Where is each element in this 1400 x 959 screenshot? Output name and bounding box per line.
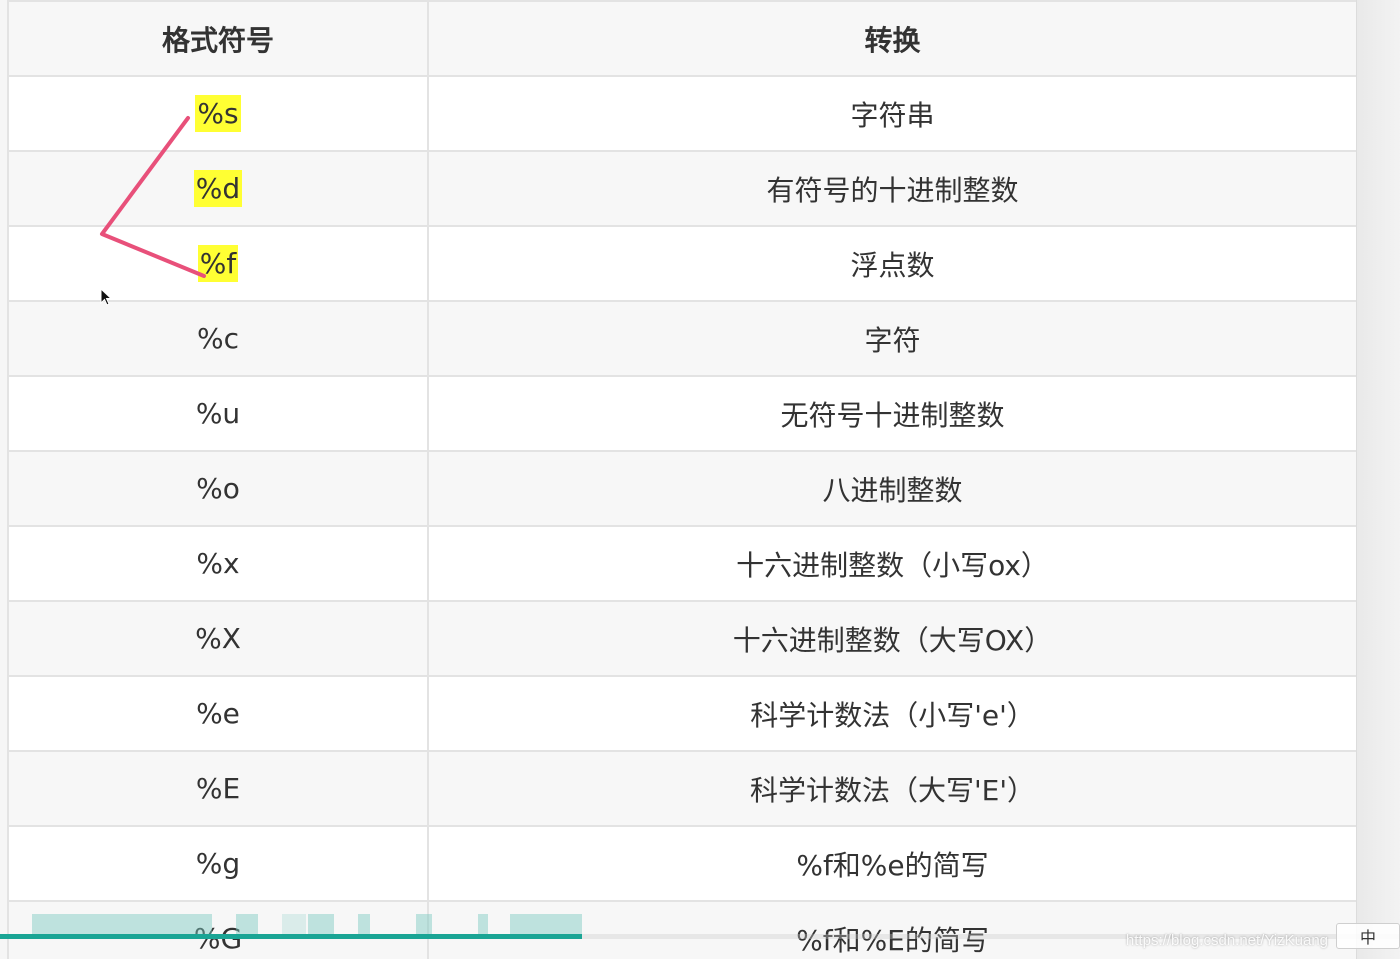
desc-cell: 十六进制整数（大写OX）: [427, 600, 1356, 677]
table-row: %g %f和%e的简写: [7, 825, 1356, 902]
table-row: %c 字符: [7, 300, 1356, 377]
header-conversion: 转换: [427, 0, 1356, 77]
table-row: %s 字符串: [7, 75, 1356, 152]
desc-cell: 字符串: [427, 75, 1356, 152]
desc-cell: 科学计数法（小写'e'）: [427, 675, 1356, 752]
table-row: %d 有符号的十进制整数: [7, 150, 1356, 227]
symbol-cell: %c: [7, 300, 429, 377]
symbol-cell: %x: [7, 525, 429, 602]
desc-cell: 科学计数法（大写'E'）: [427, 750, 1356, 827]
right-edge-strip: [1356, 0, 1400, 959]
table-row: %e 科学计数法（小写'e'）: [7, 675, 1356, 752]
symbol-cell: %s: [7, 75, 429, 152]
table-row: %f 浮点数: [7, 225, 1356, 302]
mouse-cursor-icon: [100, 288, 113, 306]
desc-cell: 字符: [427, 300, 1356, 377]
symbol-cell: %f: [7, 225, 429, 302]
desc-cell: %f和%E的简写: [427, 900, 1356, 959]
symbol-cell: %g: [7, 825, 429, 902]
symbol-cell: %d: [7, 150, 429, 227]
desc-cell: 有符号的十进制整数: [427, 150, 1356, 227]
table-header-row: 格式符号 转换: [7, 0, 1356, 77]
desc-cell: %f和%e的简写: [427, 825, 1356, 902]
table-row: %E 科学计数法（大写'E'）: [7, 750, 1356, 827]
desc-cell: 无符号十进制整数: [427, 375, 1356, 452]
symbol-highlighted: %d: [193, 170, 243, 207]
format-table-wrapper: 格式符号 转换 %s 字符串 %d 有符号的十进制整数 %f 浮点数 %c 字符…: [7, 0, 1356, 959]
desc-cell: 浮点数: [427, 225, 1356, 302]
header-format-symbol: 格式符号: [7, 0, 429, 77]
symbol-cell: %o: [7, 450, 429, 527]
table-row: %G %f和%E的简写: [7, 900, 1356, 959]
symbol-highlighted: %s: [195, 95, 241, 132]
table-row: %X 十六进制整数（大写OX）: [7, 600, 1356, 677]
table-row: %o 八进制整数: [7, 450, 1356, 527]
format-specifier-table: 格式符号 转换 %s 字符串 %d 有符号的十进制整数 %f 浮点数 %c 字符…: [7, 0, 1356, 959]
desc-cell: 十六进制整数（小写ox）: [427, 525, 1356, 602]
symbol-cell: %e: [7, 675, 429, 752]
symbol-highlighted: %f: [197, 245, 239, 282]
symbol-cell: %G: [7, 900, 429, 959]
symbol-cell: %E: [7, 750, 429, 827]
desc-cell: 八进制整数: [427, 450, 1356, 527]
table-row: %x 十六进制整数（小写ox）: [7, 525, 1356, 602]
symbol-cell: %u: [7, 375, 429, 452]
symbol-cell: %X: [7, 600, 429, 677]
table-row: %u 无符号十进制整数: [7, 375, 1356, 452]
video-frame: 格式符号 转换 %s 字符串 %d 有符号的十进制整数 %f 浮点数 %c 字符…: [0, 0, 1400, 959]
